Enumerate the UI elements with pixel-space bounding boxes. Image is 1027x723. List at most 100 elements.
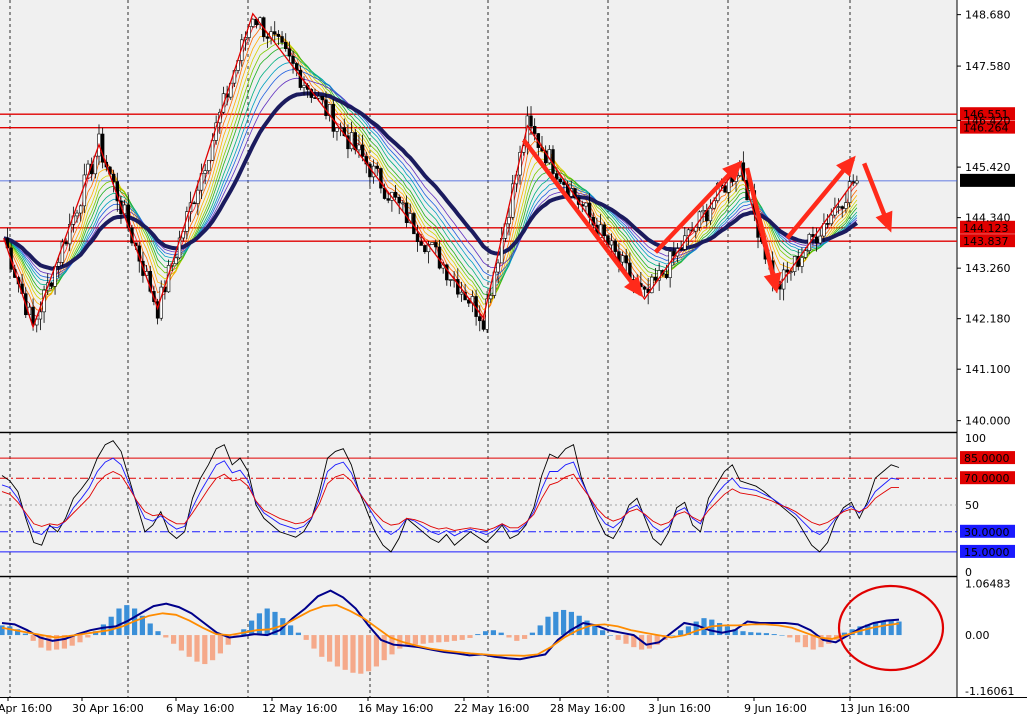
macd-bar [264, 608, 270, 636]
candle-bull [448, 279, 453, 281]
macd-bar [545, 616, 551, 636]
stoch-tick-label: 100 [965, 432, 986, 445]
macd-bar [514, 635, 520, 641]
macd-bar [288, 625, 294, 636]
macd-bar [670, 635, 676, 636]
candle-bear [111, 173, 116, 182]
macd-bar [756, 632, 762, 636]
candle-bull [855, 180, 859, 184]
candle-bull [78, 205, 83, 214]
candle-bull [357, 144, 361, 151]
price-tick-label: 143.260 [965, 262, 1011, 275]
macd-bar [490, 630, 496, 636]
macd-bar [412, 635, 418, 645]
candle-bear [415, 233, 420, 242]
candle-bull [800, 257, 804, 267]
candle-bull [430, 242, 434, 245]
macd-bar [350, 635, 356, 673]
macd-bar [327, 635, 333, 662]
macd-bar [217, 635, 223, 654]
macd-bar [85, 635, 91, 638]
macd-bar [795, 635, 801, 643]
macd-bar [147, 623, 153, 636]
time-label: 22 May 16:00 [454, 702, 529, 715]
price-tick-label: 148.680 [965, 9, 1011, 22]
macd-bar [256, 613, 262, 636]
candle-bull [708, 207, 713, 222]
candle-bear [291, 55, 295, 64]
macd-bar [178, 635, 184, 651]
macd-bar [451, 635, 457, 641]
stoch-level-label: 15.0000 [964, 546, 1010, 559]
candle-bear [532, 125, 537, 134]
candle-bull [789, 271, 793, 273]
price-panel-bg [0, 0, 957, 432]
candle-bear [602, 224, 606, 237]
stoch-panel-bg [0, 434, 957, 575]
time-label: 3 Jun 16:00 [648, 702, 711, 715]
macd-bar [100, 624, 106, 636]
macd-bar [311, 635, 317, 649]
macd-bar [358, 635, 364, 674]
candle-bear [320, 95, 325, 101]
candle-bull [829, 214, 833, 225]
candle-bear [284, 42, 288, 49]
candle-bear [404, 202, 409, 224]
candle-bull [75, 212, 79, 217]
candle-bull [847, 181, 852, 203]
time-label: 28 May 16:00 [550, 702, 625, 715]
macd-bar [436, 635, 442, 643]
candle-bull [489, 295, 493, 300]
price-tick-label: 147.580 [965, 60, 1011, 73]
macd-bar [693, 621, 699, 636]
candle-bull [207, 159, 211, 171]
macd-bar [194, 635, 200, 662]
candle-bear [419, 241, 423, 246]
trading-chart[interactable]: 146.551 146.264 144.123 143.837 145.126 148.6… [0, 0, 1027, 719]
macd-bar [615, 635, 621, 640]
candle-bull [459, 291, 464, 295]
candle-bull [620, 255, 625, 263]
candle-bear [642, 286, 647, 290]
macd-bar [888, 620, 894, 636]
price-axis: 146.551146.264144.123143.837145.126148.6… [957, 9, 1015, 428]
macd-bar [592, 625, 598, 636]
candle-bull [844, 202, 848, 209]
candle-bear [434, 242, 438, 248]
macd-bar [303, 635, 309, 640]
macd-bar [678, 630, 684, 636]
macd-bar [444, 635, 450, 642]
macd-bar [787, 635, 793, 638]
candle-bear [613, 240, 617, 252]
macd-bar [373, 635, 379, 667]
candle-bear [386, 198, 390, 201]
candle-bull [174, 257, 178, 265]
candle-bull [701, 210, 705, 213]
candle-bull [251, 18, 255, 27]
macd-bar [748, 632, 754, 636]
candle-bear [379, 168, 383, 189]
price-tick-label: 145.420 [965, 161, 1011, 174]
macd-bar [342, 635, 348, 670]
time-label: 6 May 16:00 [166, 702, 234, 715]
candle-bull [836, 206, 841, 208]
price-label: 145.126 [963, 175, 1009, 188]
candle-bear [360, 144, 365, 157]
candle-bull [803, 250, 808, 258]
macd-bar [428, 635, 434, 643]
candle-bear [445, 264, 449, 281]
candle-bull [401, 202, 405, 205]
macd-bar [529, 632, 535, 636]
candle-bear [840, 206, 844, 209]
time-label: 9 Jun 16:00 [744, 702, 807, 715]
macd-bar [171, 635, 177, 644]
macd-bar [802, 635, 808, 648]
candle-bull [584, 202, 588, 207]
time-label: 12 May 16:00 [262, 702, 337, 715]
macd-bar [366, 635, 372, 672]
macd-bar [295, 632, 301, 636]
price-label: 143.837 [963, 235, 1009, 248]
time-axis: Apr 16:00 30 Apr 16:00 6 May 16:00 12 May 1… [0, 697, 910, 715]
time-label: 16 May 16:00 [358, 702, 433, 715]
price-tick-label: 146.420 [965, 114, 1011, 127]
